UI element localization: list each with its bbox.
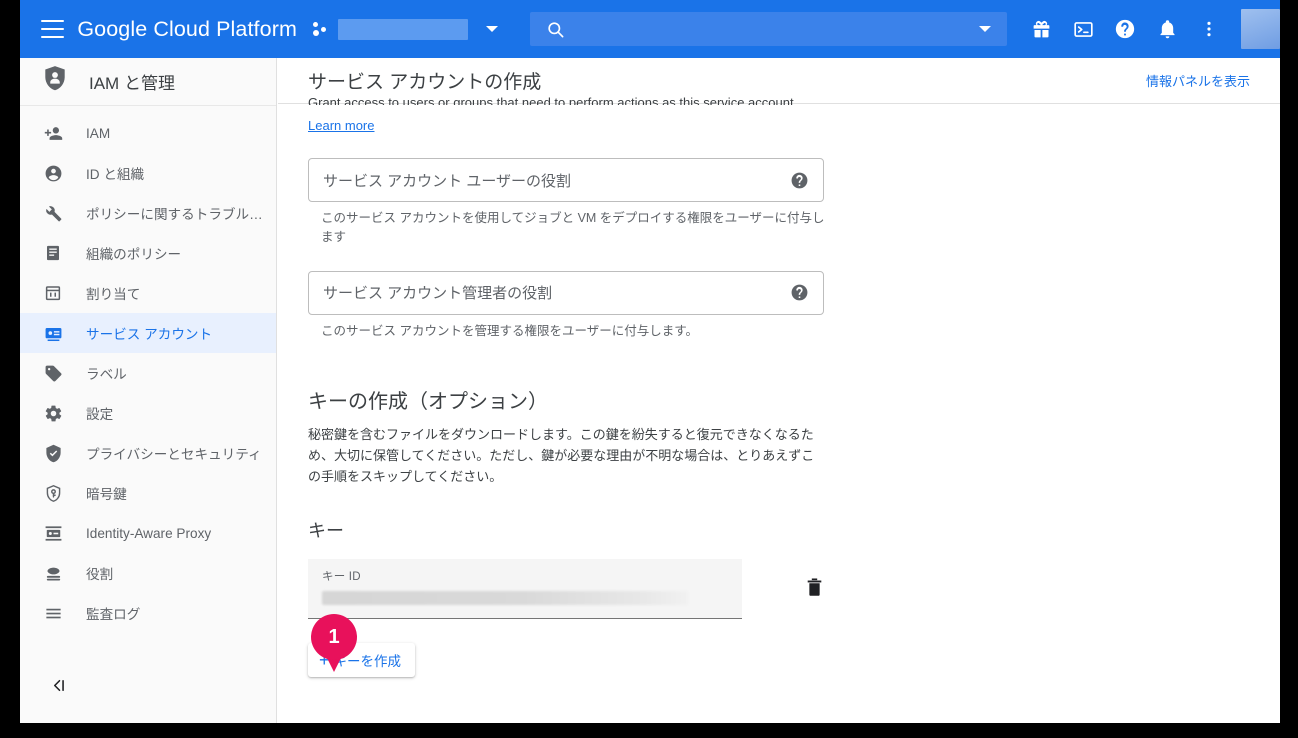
key-row: キー ID [308, 559, 1280, 620]
sidebar-item-labels[interactable]: ラベル [20, 353, 276, 393]
service-account-users-role-field[interactable]: サービス アカウント ユーザーの役割 [308, 158, 824, 202]
sidebar-item-label: ポリシーに関するトラブル… [86, 207, 263, 222]
sidebar-item-iap[interactable]: Identity-Aware Proxy [20, 513, 276, 553]
sidebar-item-label: 暗号鍵 [86, 487, 127, 502]
account-circle-icon [42, 164, 64, 183]
hamburger-menu-icon[interactable] [41, 20, 65, 38]
plus-icon: + [319, 650, 330, 671]
iap-proxy-icon [42, 524, 64, 543]
sidebar: IAM と管理 IAM ID と組織 ポリシーに関するトラブル… 組織のポリシー… [20, 58, 277, 723]
top-app-bar: Google Cloud Platform [20, 0, 1280, 58]
sidebar-item-settings[interactable]: 設定 [20, 393, 276, 433]
search-bar[interactable] [529, 12, 1008, 46]
field-value: サービス アカウント ユーザーの役割 [323, 172, 572, 190]
person-add-icon [42, 124, 64, 143]
quota-calendar-icon [42, 284, 64, 302]
service-account-admins-role-field[interactable]: サービス アカウント管理者の役割 [308, 270, 824, 315]
search-icon [546, 20, 565, 39]
sidebar-item-org-policies[interactable]: 組織のポリシー [20, 233, 276, 273]
sidebar-item-label: 組織のポリシー [86, 247, 182, 262]
page-title: サービス アカウントの作成 [308, 72, 542, 93]
notifications-bell-icon[interactable] [1155, 17, 1179, 41]
gift-icon[interactable] [1029, 17, 1053, 41]
sidebar-item-label: IAM [86, 125, 111, 141]
sidebar-item-quotas[interactable]: 割り当て [20, 273, 276, 313]
trash-delete-icon[interactable] [805, 577, 824, 598]
key-id-value-redacted [322, 591, 688, 606]
audit-log-lines-icon [42, 604, 64, 623]
main-content: サービス アカウントの作成 情報パネルを表示 Grant access to u… [278, 58, 1280, 723]
top-bar-icon-group [1029, 17, 1221, 41]
collapse-sidebar-icon[interactable] [50, 676, 69, 695]
keys-subheading: キー [308, 521, 344, 542]
clipped-description-text: Grant access to users or groups that nee… [308, 95, 798, 105]
sidebar-item-policy-troubleshooter[interactable]: ポリシーに関するトラブル… [20, 193, 276, 233]
brand-title: Google Cloud Platform [77, 16, 297, 41]
project-dots-icon [312, 21, 329, 37]
chevron-down-icon[interactable] [485, 26, 498, 32]
sidebar-item-label: ID と組織 [86, 167, 145, 182]
sidebar-item-label: プライバシーとセキュリティ [86, 447, 262, 462]
create-key-body: 秘密鍵を含むファイルをダウンロードします。この鍵を紛失すると復元できなくなるため… [308, 427, 815, 485]
help-circle-icon[interactable] [790, 283, 809, 302]
sidebar-nav-list: IAM ID と組織 ポリシーに関するトラブル… 組織のポリシー 割り当て サー… [20, 106, 276, 633]
create-key-button[interactable]: + キーを作成 [308, 643, 416, 678]
sidebar-header: IAM と管理 [20, 58, 276, 106]
sidebar-item-label: サービス アカウント [86, 327, 213, 342]
sidebar-item-service-accounts[interactable]: サービス アカウント [20, 313, 276, 353]
label-tag-icon [42, 364, 64, 383]
help-circle-icon[interactable] [790, 171, 809, 190]
search-input[interactable] [576, 20, 980, 38]
show-info-panel-link[interactable]: 情報パネルを表示 [1146, 71, 1250, 90]
project-name-redacted [337, 18, 468, 40]
shield-check-icon [42, 444, 64, 463]
sidebar-item-cryptographic-keys[interactable]: 暗号鍵 [20, 473, 276, 513]
key-id-field[interactable]: キー ID [308, 559, 742, 620]
more-vert-icon[interactable] [1197, 17, 1221, 41]
document-policy-icon [42, 244, 64, 262]
field-description: このサービス アカウントを管理する権限をユーザーに付与します。 [321, 323, 698, 338]
field-description: このサービス アカウントを使用してジョブと VM をデプロイする権限をユーザーに… [321, 211, 825, 245]
field-value: サービス アカウント管理者の役割 [323, 285, 553, 303]
form-scroll-area: Grant access to users or groups that nee… [278, 95, 1280, 723]
sidebar-title: IAM と管理 [89, 74, 175, 93]
key-id-label: キー ID [322, 571, 361, 584]
key-shield-icon [42, 484, 64, 503]
sidebar-item-identity-org[interactable]: ID と組織 [20, 153, 276, 193]
learn-more-link[interactable]: Learn more [308, 118, 374, 133]
help-icon[interactable] [1113, 17, 1137, 41]
browser-frame: Google Cloud Platform IAM と管理 IAM ID と組織… [20, 0, 1280, 723]
sidebar-item-label: 監査ログ [86, 607, 141, 622]
avatar[interactable] [1241, 9, 1280, 49]
search-chevron-down-icon[interactable] [979, 26, 992, 32]
wrench-icon [42, 204, 64, 223]
sidebar-item-label: 割り当て [86, 287, 141, 302]
sidebar-item-audit-logs[interactable]: 監査ログ [20, 593, 276, 633]
sidebar-item-iam[interactable]: IAM [20, 113, 276, 153]
sidebar-item-label: ラベル [86, 367, 127, 382]
sidebar-item-label: Identity-Aware Proxy [86, 525, 212, 541]
sidebar-item-label: 設定 [86, 407, 114, 422]
cloud-shell-terminal-icon[interactable] [1071, 17, 1095, 41]
project-selector[interactable] [312, 18, 498, 40]
create-key-button-label: キーを作成 [333, 654, 402, 670]
roles-stack-icon [42, 564, 64, 583]
iam-shield-person-icon [42, 65, 68, 98]
create-key-heading: キーの作成（オプション） [308, 391, 548, 414]
service-account-badge-icon [42, 324, 64, 343]
sidebar-item-roles[interactable]: 役割 [20, 553, 276, 593]
gear-icon [42, 404, 64, 423]
sidebar-item-privacy-security[interactable]: プライバシーとセキュリティ [20, 433, 276, 473]
sidebar-item-label: 役割 [86, 567, 114, 582]
